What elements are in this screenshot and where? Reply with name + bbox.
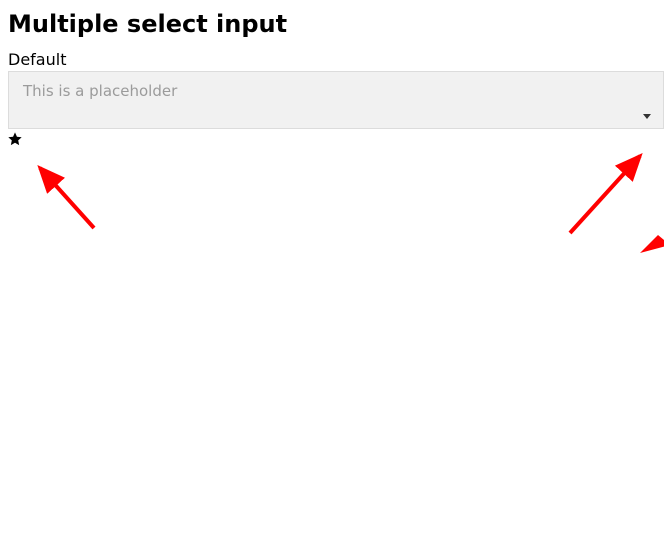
annotation-arrow-edge [640, 235, 664, 255]
multi-select-input[interactable]: This is a placeholder [8, 71, 664, 129]
page-title: Multiple select input [0, 0, 664, 44]
star-icon [7, 131, 664, 151]
select-placeholder: This is a placeholder [9, 72, 663, 110]
caret-down-icon[interactable] [641, 112, 653, 120]
annotation-arrow-right [560, 148, 660, 248]
annotation-arrow-left [32, 160, 112, 240]
field-label: Default [0, 44, 664, 71]
